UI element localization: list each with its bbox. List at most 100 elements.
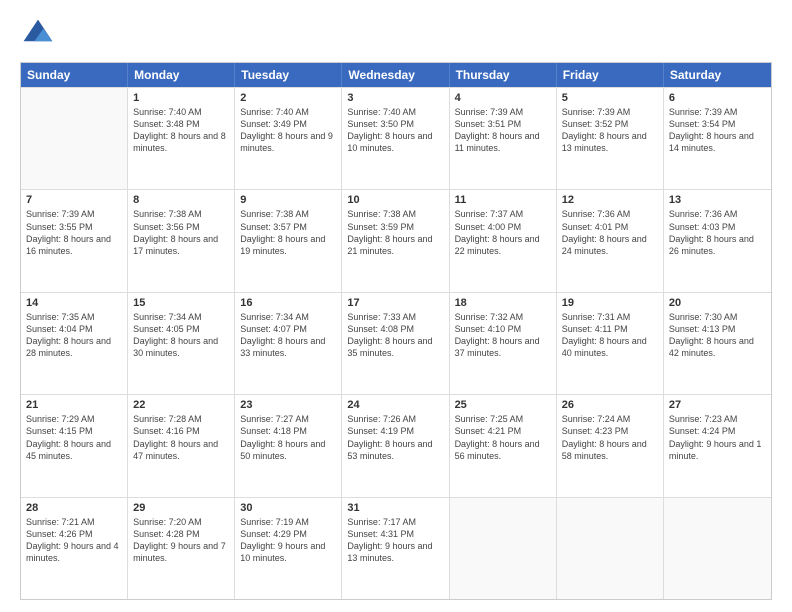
calendar-cell: 17Sunrise: 7:33 AM Sunset: 4:08 PM Dayli… <box>342 293 449 394</box>
cell-info: Sunrise: 7:29 AM Sunset: 4:15 PM Dayligh… <box>26 413 122 462</box>
cell-info: Sunrise: 7:39 AM Sunset: 3:51 PM Dayligh… <box>455 106 551 155</box>
calendar-cell: 13Sunrise: 7:36 AM Sunset: 4:03 PM Dayli… <box>664 190 771 291</box>
calendar-row: 1 Sunrise: 7:40 AM Sunset: 3:48 PM Daylig… <box>21 87 771 189</box>
calendar-cell: 18 Sunrise: 7:32 AM Sunset: 4:10 PM Dayli… <box>450 293 557 394</box>
calendar-header: SundayMondayTuesdayWednesdayThursdayFrid… <box>21 63 771 87</box>
calendar-cell: 22 Sunrise: 7:28 AM Sunset: 4:16 PM Dayli… <box>128 395 235 496</box>
cell-info: Sunrise: 7:37 AM Sunset: 4:00 PM Dayligh… <box>455 208 551 257</box>
weekday-header: Tuesday <box>235 63 342 87</box>
day-number: 28 <box>26 502 122 514</box>
day-number: 15 <box>133 297 229 309</box>
cell-info: Sunrise: 7:40 AM Sunset: 3:48 PM Dayligh… <box>133 106 229 155</box>
calendar-cell: 11 Sunrise: 7:37 AM Sunset: 4:00 PM Dayli… <box>450 190 557 291</box>
calendar-cell: 12 Sunrise: 7:36 AM Sunset: 4:01 PM Dayli… <box>557 190 664 291</box>
header <box>20 16 772 52</box>
calendar-cell: 26 Sunrise: 7:24 AM Sunset: 4:23 PM Dayli… <box>557 395 664 496</box>
weekday-header: Saturday <box>664 63 771 87</box>
weekday-header: Thursday <box>450 63 557 87</box>
calendar-cell: 2 Sunrise: 7:40 AM Sunset: 3:49 PM Daylig… <box>235 88 342 189</box>
logo-icon <box>20 16 56 52</box>
cell-info: Sunrise: 7:25 AM Sunset: 4:21 PM Dayligh… <box>455 413 551 462</box>
cell-info: Sunrise: 7:27 AM Sunset: 4:18 PM Dayligh… <box>240 413 336 462</box>
calendar-cell: 19 Sunrise: 7:31 AM Sunset: 4:11 PM Dayli… <box>557 293 664 394</box>
day-number: 2 <box>240 92 336 104</box>
calendar-cell: 30 Sunrise: 7:19 AM Sunset: 4:29 PM Dayli… <box>235 498 342 599</box>
page: SundayMondayTuesdayWednesdayThursdayFrid… <box>0 0 792 612</box>
day-number: 31 <box>347 502 443 514</box>
day-number: 6 <box>669 92 766 104</box>
cell-info: Sunrise: 7:40 AM Sunset: 3:50 PM Dayligh… <box>347 106 443 155</box>
day-number: 14 <box>26 297 122 309</box>
day-number: 9 <box>240 194 336 206</box>
calendar-cell: 6 Sunrise: 7:39 AM Sunset: 3:54 PM Daylig… <box>664 88 771 189</box>
day-number: 7 <box>26 194 122 206</box>
calendar-cell: 21 Sunrise: 7:29 AM Sunset: 4:15 PM Dayli… <box>21 395 128 496</box>
day-number: 18 <box>455 297 551 309</box>
calendar-cell: 1 Sunrise: 7:40 AM Sunset: 3:48 PM Daylig… <box>128 88 235 189</box>
day-number: 5 <box>562 92 658 104</box>
calendar-cell <box>21 88 128 189</box>
calendar-cell <box>450 498 557 599</box>
calendar-cell <box>557 498 664 599</box>
cell-info: Sunrise: 7:33 AM Sunset: 4:08 PM Dayligh… <box>347 311 443 360</box>
calendar-cell: 14Sunrise: 7:35 AM Sunset: 4:04 PM Dayli… <box>21 293 128 394</box>
calendar: SundayMondayTuesdayWednesdayThursdayFrid… <box>20 62 772 600</box>
calendar-cell: 25Sunrise: 7:25 AM Sunset: 4:21 PM Dayli… <box>450 395 557 496</box>
cell-info: Sunrise: 7:38 AM Sunset: 3:59 PM Dayligh… <box>347 208 443 257</box>
day-number: 26 <box>562 399 658 411</box>
day-number: 22 <box>133 399 229 411</box>
cell-info: Sunrise: 7:40 AM Sunset: 3:49 PM Dayligh… <box>240 106 336 155</box>
cell-info: Sunrise: 7:39 AM Sunset: 3:54 PM Dayligh… <box>669 106 766 155</box>
weekday-header: Wednesday <box>342 63 449 87</box>
calendar-cell: 20Sunrise: 7:30 AM Sunset: 4:13 PM Dayli… <box>664 293 771 394</box>
cell-info: Sunrise: 7:34 AM Sunset: 4:05 PM Dayligh… <box>133 311 229 360</box>
cell-info: Sunrise: 7:36 AM Sunset: 4:03 PM Dayligh… <box>669 208 766 257</box>
cell-info: Sunrise: 7:17 AM Sunset: 4:31 PM Dayligh… <box>347 516 443 565</box>
cell-info: Sunrise: 7:34 AM Sunset: 4:07 PM Dayligh… <box>240 311 336 360</box>
calendar-cell: 31 Sunrise: 7:17 AM Sunset: 4:31 PM Dayli… <box>342 498 449 599</box>
calendar-cell: 3 Sunrise: 7:40 AM Sunset: 3:50 PM Daylig… <box>342 88 449 189</box>
day-number: 23 <box>240 399 336 411</box>
weekday-header: Monday <box>128 63 235 87</box>
calendar-cell: 28 Sunrise: 7:21 AM Sunset: 4:26 PM Dayli… <box>21 498 128 599</box>
weekday-header: Friday <box>557 63 664 87</box>
day-number: 29 <box>133 502 229 514</box>
cell-info: Sunrise: 7:39 AM Sunset: 3:52 PM Dayligh… <box>562 106 658 155</box>
day-number: 27 <box>669 399 766 411</box>
day-number: 10 <box>347 194 443 206</box>
calendar-cell: 15 Sunrise: 7:34 AM Sunset: 4:05 PM Dayli… <box>128 293 235 394</box>
logo <box>20 16 60 52</box>
cell-info: Sunrise: 7:31 AM Sunset: 4:11 PM Dayligh… <box>562 311 658 360</box>
cell-info: Sunrise: 7:21 AM Sunset: 4:26 PM Dayligh… <box>26 516 122 565</box>
calendar-cell: 27 Sunrise: 7:23 AM Sunset: 4:24 PM Dayli… <box>664 395 771 496</box>
calendar-cell: 4Sunrise: 7:39 AM Sunset: 3:51 PM Daylig… <box>450 88 557 189</box>
calendar-body: 1 Sunrise: 7:40 AM Sunset: 3:48 PM Daylig… <box>21 87 771 599</box>
day-number: 1 <box>133 92 229 104</box>
cell-info: Sunrise: 7:30 AM Sunset: 4:13 PM Dayligh… <box>669 311 766 360</box>
day-number: 3 <box>347 92 443 104</box>
cell-info: Sunrise: 7:38 AM Sunset: 3:56 PM Dayligh… <box>133 208 229 257</box>
cell-info: Sunrise: 7:36 AM Sunset: 4:01 PM Dayligh… <box>562 208 658 257</box>
cell-info: Sunrise: 7:23 AM Sunset: 4:24 PM Dayligh… <box>669 413 766 462</box>
calendar-cell: 8 Sunrise: 7:38 AM Sunset: 3:56 PM Daylig… <box>128 190 235 291</box>
day-number: 30 <box>240 502 336 514</box>
day-number: 21 <box>26 399 122 411</box>
day-number: 11 <box>455 194 551 206</box>
cell-info: Sunrise: 7:28 AM Sunset: 4:16 PM Dayligh… <box>133 413 229 462</box>
day-number: 24 <box>347 399 443 411</box>
cell-info: Sunrise: 7:24 AM Sunset: 4:23 PM Dayligh… <box>562 413 658 462</box>
day-number: 8 <box>133 194 229 206</box>
cell-info: Sunrise: 7:32 AM Sunset: 4:10 PM Dayligh… <box>455 311 551 360</box>
calendar-cell: 23 Sunrise: 7:27 AM Sunset: 4:18 PM Dayli… <box>235 395 342 496</box>
calendar-cell: 10 Sunrise: 7:38 AM Sunset: 3:59 PM Dayli… <box>342 190 449 291</box>
calendar-row: 28 Sunrise: 7:21 AM Sunset: 4:26 PM Dayli… <box>21 497 771 599</box>
calendar-cell: 5 Sunrise: 7:39 AM Sunset: 3:52 PM Daylig… <box>557 88 664 189</box>
day-number: 19 <box>562 297 658 309</box>
calendar-row: 7Sunrise: 7:39 AM Sunset: 3:55 PM Daylig… <box>21 189 771 291</box>
day-number: 12 <box>562 194 658 206</box>
cell-info: Sunrise: 7:19 AM Sunset: 4:29 PM Dayligh… <box>240 516 336 565</box>
cell-info: Sunrise: 7:20 AM Sunset: 4:28 PM Dayligh… <box>133 516 229 565</box>
calendar-cell: 9Sunrise: 7:38 AM Sunset: 3:57 PM Daylig… <box>235 190 342 291</box>
day-number: 16 <box>240 297 336 309</box>
cell-info: Sunrise: 7:26 AM Sunset: 4:19 PM Dayligh… <box>347 413 443 462</box>
